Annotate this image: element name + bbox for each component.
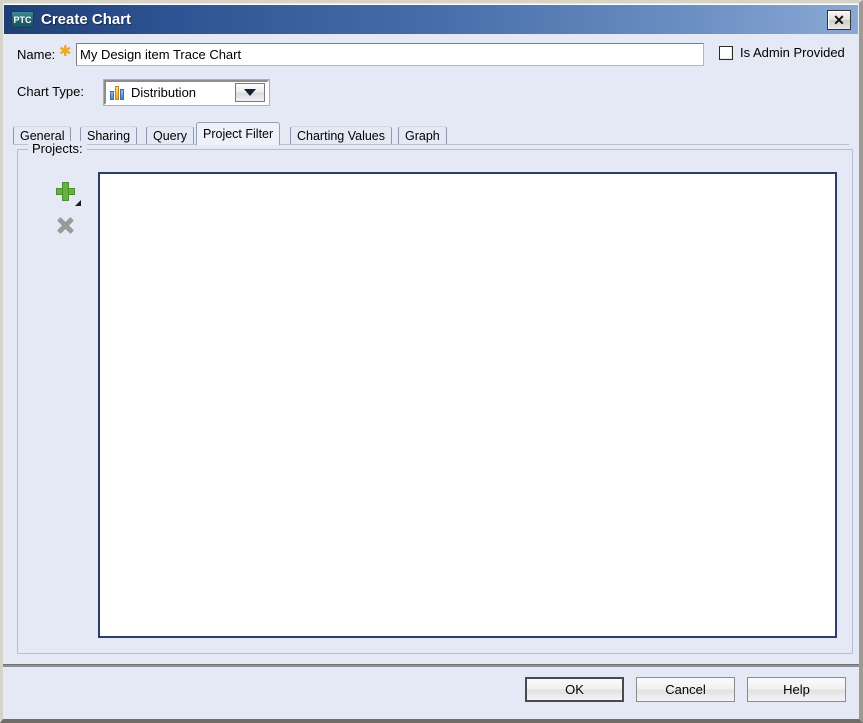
chart-type-row: Chart Type: Distribution xyxy=(3,79,859,106)
plus-glyph xyxy=(55,181,81,206)
projects-list[interactable] xyxy=(98,172,837,638)
bar-chart-icon xyxy=(110,85,126,100)
create-chart-dialog: PTC Create Chart ✕ Name: ✱ Is Admin Prov… xyxy=(0,0,863,723)
tab-strip-underline xyxy=(13,144,849,145)
ptc-logo-icon: PTC xyxy=(11,11,34,28)
tab-strip: General Sharing Query Project Filter Cha… xyxy=(13,122,849,145)
x-glyph xyxy=(56,216,74,234)
is-admin-provided-checkbox[interactable] xyxy=(719,45,733,60)
tab-graph[interactable]: Graph xyxy=(398,126,447,145)
footer-separator xyxy=(3,664,859,667)
name-row: Name: ✱ Is Admin Provided xyxy=(3,43,859,69)
chart-type-dropdown[interactable]: Distribution xyxy=(103,79,270,106)
tab-project-filter[interactable]: Project Filter xyxy=(196,122,281,145)
remove-x-icon[interactable] xyxy=(48,208,82,242)
close-icon[interactable]: ✕ xyxy=(827,9,851,30)
help-button[interactable]: Help xyxy=(747,677,846,702)
chart-type-label: Chart Type: xyxy=(17,84,84,99)
chart-type-selected-value-wrap: Distribution xyxy=(106,85,235,100)
tab-charting-values[interactable]: Charting Values xyxy=(290,126,393,145)
chevron-down-icon[interactable] xyxy=(235,83,265,102)
add-plus-icon[interactable] xyxy=(48,174,82,208)
projects-toolbar xyxy=(48,174,90,242)
required-field-asterisk-icon: ✱ xyxy=(59,43,72,60)
tab-sharing[interactable]: Sharing xyxy=(80,126,138,145)
tab-query[interactable]: Query xyxy=(146,126,195,145)
dialog-button-row: OK Cancel Help xyxy=(525,677,846,702)
title-bar-left: PTC Create Chart xyxy=(4,11,827,28)
chart-type-selected-value: Distribution xyxy=(131,85,197,100)
dialog-body: PTC Create Chart ✕ Name: ✱ Is Admin Prov… xyxy=(3,3,859,719)
name-label: Name: xyxy=(17,47,56,62)
title-bar: PTC Create Chart ✕ xyxy=(4,4,858,34)
cancel-button[interactable]: Cancel xyxy=(636,677,735,702)
projects-group-box: Projects: xyxy=(17,141,853,654)
window-title: Create Chart xyxy=(41,11,132,28)
projects-group-label: Projects: xyxy=(28,141,87,156)
name-input[interactable] xyxy=(76,43,704,66)
is-admin-provided-checkbox-row[interactable]: Is Admin Provided xyxy=(719,45,845,60)
is-admin-provided-label: Is Admin Provided xyxy=(740,45,845,60)
ok-button[interactable]: OK xyxy=(525,677,624,702)
